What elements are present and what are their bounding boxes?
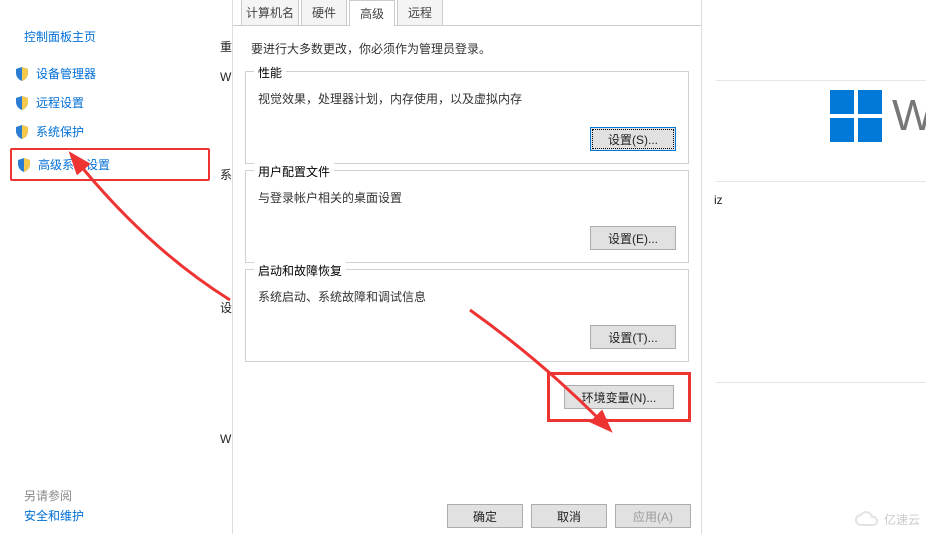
control-panel-home-link[interactable]: 控制面板主页 bbox=[0, 20, 220, 53]
tab-computer-name[interactable]: 计算机名 bbox=[241, 0, 299, 25]
system-properties-dialog: 计算机名 硬件 高级 远程 要进行大多数更改，你必须作为管理员登录。 性能 视觉… bbox=[232, 0, 702, 534]
sidebar-item-device-manager[interactable]: 设备管理器 bbox=[0, 59, 220, 88]
sidebar-item-remote-settings[interactable]: 远程设置 bbox=[0, 88, 220, 117]
performance-settings-button[interactable]: 设置(S)... bbox=[590, 127, 676, 151]
group-legend: 用户配置文件 bbox=[254, 163, 334, 180]
user-profile-group: 用户配置文件 与登录帐户相关的桌面设置 设置(E)... bbox=[245, 170, 689, 263]
shield-icon bbox=[14, 124, 30, 140]
tab-strip: 计算机名 硬件 高级 远程 bbox=[233, 0, 701, 26]
tab-hardware[interactable]: 硬件 bbox=[301, 0, 347, 25]
sidebar-item-advanced-highlight: 高级系统设置 bbox=[10, 148, 210, 181]
admin-intro-text: 要进行大多数更改，你必须作为管理员登录。 bbox=[233, 26, 701, 65]
see-also-security-link[interactable]: 安全和维护 bbox=[24, 507, 84, 524]
windows-logo: Wi bbox=[830, 90, 926, 142]
nav-label: 远程设置 bbox=[36, 94, 84, 111]
truncated-text: iz bbox=[714, 193, 723, 207]
environment-variables-button[interactable]: 环境变量(N)... bbox=[564, 385, 674, 409]
nav-label: 设备管理器 bbox=[36, 65, 96, 82]
performance-group: 性能 视觉效果，处理器计划，内存使用，以及虚拟内存 设置(S)... bbox=[245, 71, 689, 164]
windows-logo-icon bbox=[830, 90, 882, 142]
shield-icon bbox=[14, 95, 30, 111]
tab-remote[interactable]: 远程 bbox=[397, 0, 443, 25]
shield-icon bbox=[14, 66, 30, 82]
startup-recovery-group: 启动和故障恢复 系统启动、系统故障和调试信息 设置(T)... bbox=[245, 269, 689, 362]
group-legend: 性能 bbox=[254, 64, 286, 81]
profile-settings-button[interactable]: 设置(E)... bbox=[590, 226, 676, 250]
see-also-label: 另请参阅 bbox=[24, 487, 72, 504]
control-panel-sidebar: 控制面板主页 设备管理器 远程设置 系统保护 高级系统设置 另请参阅 安全和维护 bbox=[0, 0, 220, 534]
env-var-highlight: 环境变量(N)... bbox=[547, 372, 691, 422]
shield-icon bbox=[16, 157, 32, 173]
group-desc: 系统启动、系统故障和调试信息 bbox=[258, 288, 676, 305]
group-desc: 视觉效果，处理器计划，内存使用，以及虚拟内存 bbox=[258, 90, 676, 107]
ok-button[interactable]: 确定 bbox=[447, 504, 523, 528]
sidebar-item-system-protection[interactable]: 系统保护 bbox=[0, 117, 220, 146]
nav-label: 高级系统设置 bbox=[38, 156, 110, 173]
watermark: 亿速云 bbox=[854, 510, 920, 528]
windows-text: Wi bbox=[892, 91, 926, 141]
tab-advanced[interactable]: 高级 bbox=[349, 0, 395, 26]
group-legend: 启动和故障恢复 bbox=[254, 262, 346, 279]
system-info-right bbox=[702, 0, 926, 534]
group-desc: 与登录帐户相关的桌面设置 bbox=[258, 189, 676, 206]
dialog-button-row: 确定 取消 应用(A) bbox=[447, 504, 691, 528]
cloud-icon bbox=[854, 510, 880, 528]
apply-button[interactable]: 应用(A) bbox=[615, 504, 691, 528]
nav-label: 系统保护 bbox=[36, 123, 84, 140]
startup-settings-button[interactable]: 设置(T)... bbox=[590, 325, 676, 349]
cancel-button[interactable]: 取消 bbox=[531, 504, 607, 528]
sidebar-item-advanced-settings[interactable]: 高级系统设置 bbox=[16, 154, 208, 175]
